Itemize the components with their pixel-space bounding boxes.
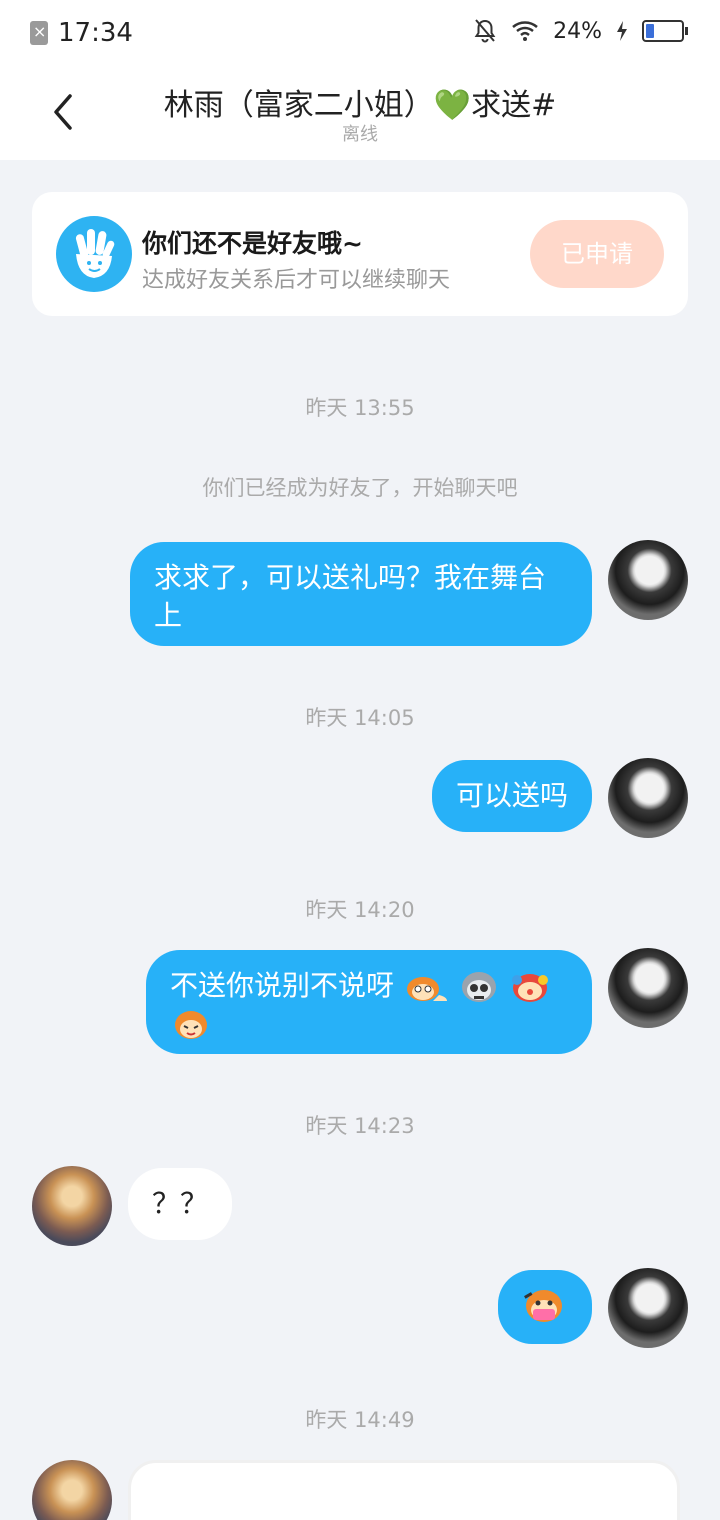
applied-button[interactable]: 已申请 (530, 220, 664, 288)
status-time: 17:34 (58, 18, 133, 48)
chat-header: 林雨（富家二小姐）💚求送# 离线 (0, 62, 720, 160)
timestamp: 昨天 14:49 (305, 1408, 415, 1432)
clown-emoji (511, 974, 548, 1002)
message-bubble-outgoing[interactable]: 求求了，可以送礼吗？我在舞台上 (130, 542, 592, 646)
hand-wave-icon (56, 216, 132, 292)
avatar[interactable] (32, 1460, 112, 1520)
status-bar: 17:34 24% (0, 0, 720, 62)
avatar[interactable] (608, 948, 688, 1028)
message-text: 不送你说别不说呀 (170, 969, 395, 1002)
bell-off-icon (474, 19, 496, 43)
card-title: 你们还不是好友哦~ (142, 229, 363, 258)
charging-icon (617, 21, 627, 41)
battery-fill (646, 24, 654, 38)
status-right: 24% (473, 18, 688, 44)
system-message: 你们已经成为好友了，开始聊天吧 (202, 476, 518, 500)
mask-monkey-emoji (524, 1290, 562, 1322)
timestamp: 昨天 14:05 (305, 706, 415, 730)
wifi-icon (512, 21, 538, 41)
avatar[interactable] (608, 540, 688, 620)
message-bubble-incoming[interactable] (128, 1460, 680, 1520)
monkey-emoji (175, 1011, 207, 1039)
timestamp: 昨天 14:20 (305, 898, 415, 922)
avatar[interactable] (608, 758, 688, 838)
online-status: 离线 (342, 124, 378, 145)
message-bubble-outgoing[interactable]: 不送你说别不说呀 (146, 950, 592, 1054)
sim-off-icon (30, 21, 48, 45)
avatar[interactable] (608, 1268, 688, 1348)
message-bubble-outgoing[interactable] (498, 1270, 592, 1344)
message-bubble-incoming[interactable]: ？？ (128, 1168, 233, 1240)
lying-monkey-emoji (406, 977, 447, 1001)
skull-emoji (461, 972, 496, 1002)
message-bubble-outgoing[interactable]: 可以送吗 (431, 760, 592, 832)
battery-percent: 24% (553, 18, 602, 44)
avatar[interactable] (32, 1166, 112, 1246)
card-subtitle: 达成好友关系后才可以继续聊天 (142, 268, 451, 293)
timestamp: 昨天 13:55 (305, 396, 415, 420)
not-friend-card: 你们还不是好友哦~ 达成好友关系后才可以继续聊天 已申请 (32, 192, 688, 316)
timestamp: 昨天 14:23 (305, 1114, 415, 1138)
chat-title: 林雨（富家二小姐）💚求送# (163, 88, 557, 123)
status-left: 17:34 (30, 18, 133, 48)
battery-icon (642, 20, 688, 42)
